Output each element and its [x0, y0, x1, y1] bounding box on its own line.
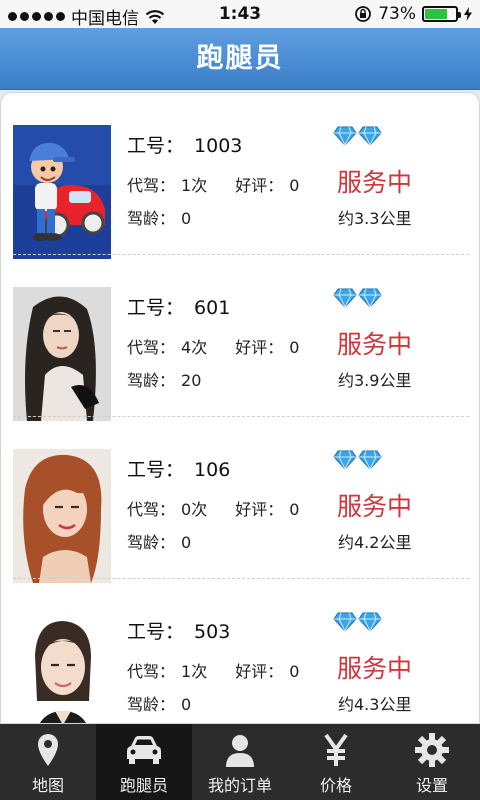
diamond-icon — [358, 612, 382, 632]
tab-map[interactable]: 地图 — [0, 724, 96, 800]
drive-count: 0次 — [181, 500, 208, 519]
diamond-icon — [333, 288, 357, 308]
id-label: 工号： — [127, 459, 185, 481]
rotation-lock-icon — [355, 6, 372, 22]
experience-label: 驾龄： — [127, 695, 176, 714]
tab-settings[interactable]: 设置 — [384, 724, 480, 800]
yen-icon — [324, 733, 348, 766]
runner-id: 106 — [194, 459, 231, 481]
drive-count: 4次 — [181, 338, 208, 357]
tab-runners[interactable]: 跑腿员 — [96, 724, 192, 800]
runner-item[interactable]: 工号： 106 代驾： 0次 好评： 0 驾龄： 0 服务中 约4.2公里 — [1, 417, 479, 583]
diamond-icon — [358, 126, 382, 146]
diamond-icon — [333, 450, 357, 470]
status-bar: 中国电信 1:43 73% — [0, 0, 480, 29]
battery-percent: 73% — [378, 4, 416, 24]
rating-count: 0 — [289, 500, 300, 519]
id-label: 工号： — [127, 621, 185, 643]
map-pin-icon — [38, 734, 58, 766]
tab-label: 跑腿员 — [119, 776, 168, 795]
driving-years: 0 — [181, 209, 192, 228]
gear-icon — [415, 733, 449, 767]
tab-bar: 地图 跑腿员 我的订单 价格 设置 — [0, 724, 480, 800]
diamond-icon — [358, 288, 382, 308]
drives-label: 代驾： — [127, 176, 176, 195]
runner-item[interactable]: 工号： 503 代驾： 1次 好评： 0 驾龄： 0 服务中 约4.3公里 — [1, 579, 479, 723]
runner-avatar — [13, 449, 111, 583]
diamond-rating — [333, 126, 382, 146]
driving-years: 0 — [181, 695, 192, 714]
experience-label: 驾龄： — [127, 371, 176, 390]
driving-years: 0 — [181, 533, 192, 552]
service-status: 服务中 — [337, 492, 413, 521]
tab-label: 地图 — [31, 776, 64, 795]
drive-count: 1次 — [181, 176, 208, 195]
tab-label: 价格 — [319, 776, 352, 795]
drives-label: 代驾： — [127, 662, 176, 681]
rating-label: 好评： — [235, 662, 284, 681]
distance: 约3.3公里 — [338, 209, 412, 228]
rating-count: 0 — [289, 176, 300, 195]
rating-label: 好评： — [235, 176, 284, 195]
runner-item[interactable]: 工号： 1003 代驾： 1次 好评： 0 驾龄： 0 服务中 约3.3公里 — [1, 93, 479, 259]
rating-label: 好评： — [235, 500, 284, 519]
id-label: 工号： — [127, 135, 185, 157]
runner-id: 601 — [194, 297, 231, 319]
diamond-rating — [333, 450, 382, 470]
runner-id: 503 — [194, 621, 231, 643]
runner-avatar — [13, 125, 111, 259]
runner-item[interactable]: 工号： 601 代驾： 4次 好评： 0 驾龄： 20 服务中 约3.9公里 — [1, 255, 479, 421]
rating-count: 0 — [289, 338, 300, 357]
diamond-icon — [333, 126, 357, 146]
tab-label: 设置 — [415, 776, 448, 795]
runner-avatar — [13, 611, 111, 723]
drives-label: 代驾： — [127, 338, 176, 357]
drives-label: 代驾： — [127, 500, 176, 519]
charging-icon — [464, 7, 472, 21]
distance: 约4.2公里 — [338, 533, 412, 552]
page-title: 跑腿员 — [196, 43, 284, 74]
tab-price[interactable]: 价格 — [288, 724, 384, 800]
diamond-rating — [333, 612, 382, 632]
diamond-icon — [358, 450, 382, 470]
diamond-icon — [333, 612, 357, 632]
user-icon — [226, 735, 254, 767]
distance: 约4.3公里 — [338, 695, 412, 714]
runner-id: 1003 — [194, 135, 243, 157]
drive-count: 1次 — [181, 662, 208, 681]
battery-icon — [422, 6, 461, 22]
rating-count: 0 — [289, 662, 300, 681]
id-label: 工号： — [127, 297, 185, 319]
service-status: 服务中 — [337, 330, 413, 359]
experience-label: 驾龄： — [127, 533, 176, 552]
driving-years: 20 — [181, 371, 202, 390]
tab-my-orders[interactable]: 我的订单 — [192, 724, 288, 800]
tab-label: 我的订单 — [207, 776, 272, 795]
diamond-rating — [333, 288, 382, 308]
service-status: 服务中 — [337, 168, 413, 197]
runner-avatar — [13, 287, 111, 421]
runner-list[interactable]: 工号： 1003 代驾： 1次 好评： 0 驾龄： 0 服务中 约3.3公里 工… — [0, 92, 480, 724]
experience-label: 驾龄： — [127, 209, 176, 228]
distance: 约3.9公里 — [338, 371, 412, 390]
service-status: 服务中 — [337, 654, 413, 683]
car-icon — [127, 736, 161, 764]
rating-label: 好评： — [235, 338, 284, 357]
nav-bar: 跑腿员 — [0, 28, 480, 90]
